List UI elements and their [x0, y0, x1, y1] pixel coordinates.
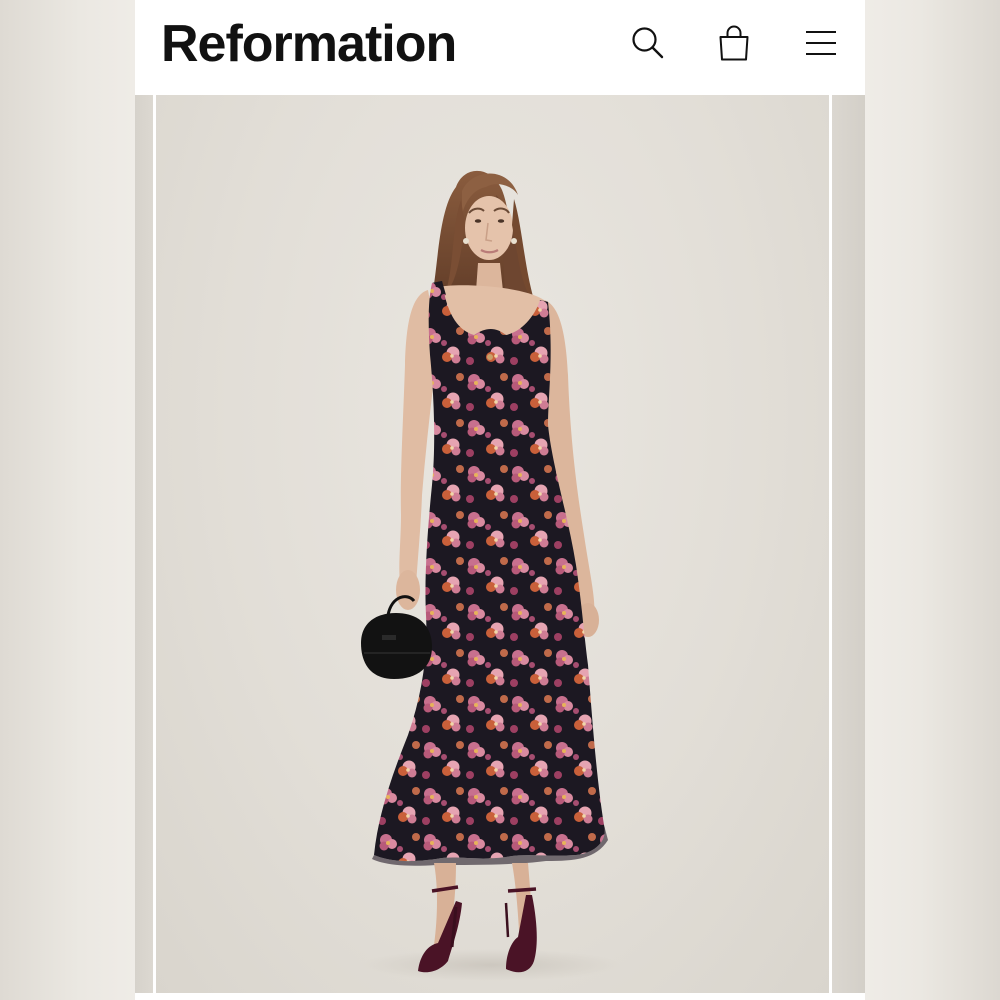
site-header: Reformation	[135, 0, 865, 93]
model-photo	[361, 170, 621, 981]
mobile-page: Reformation	[135, 0, 865, 1000]
menu-button[interactable]	[801, 22, 841, 64]
shopping-bag-button[interactable]	[714, 22, 754, 64]
previous-product-image[interactable]	[135, 95, 153, 993]
next-product-image[interactable]	[832, 95, 865, 993]
search-icon	[632, 27, 664, 59]
product-image[interactable]	[156, 95, 829, 993]
search-button[interactable]	[628, 22, 668, 64]
product-image-gallery[interactable]	[135, 93, 865, 1000]
shopping-bag-icon	[719, 25, 749, 61]
menu-icon	[806, 31, 836, 55]
brand-logo[interactable]: Reformation	[161, 12, 457, 76]
